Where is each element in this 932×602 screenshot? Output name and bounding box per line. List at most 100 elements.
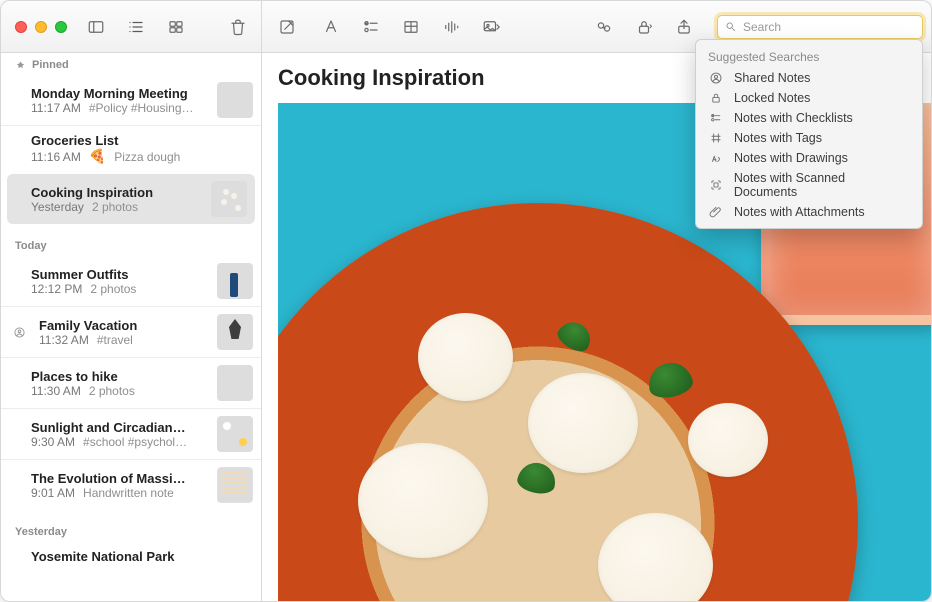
link-button[interactable] [593, 16, 615, 38]
person-circle-icon [708, 71, 724, 85]
search-input[interactable] [743, 20, 916, 34]
note-title: Summer Outfits [31, 267, 209, 282]
note-time: 12:12 PM [31, 282, 82, 296]
close-window-button[interactable] [15, 21, 27, 33]
note-meta: 2 photos [92, 200, 138, 214]
tag-icon [708, 131, 724, 145]
suggested-search-tags[interactable]: Notes with Tags [696, 128, 922, 148]
table-button[interactable] [400, 16, 422, 38]
note-thumbnail [217, 365, 253, 401]
minimize-window-button[interactable] [35, 21, 47, 33]
suggested-search-label: Notes with Attachments [734, 205, 865, 219]
section-label: Pinned [32, 59, 69, 71]
suggested-search-label: Notes with Drawings [734, 151, 848, 165]
note-thumbnail [217, 467, 253, 503]
note-item[interactable]: Summer Outfits 12:12 PM 2 photos [1, 256, 261, 306]
note-title: Family Vacation [39, 318, 209, 333]
note-thumbnail [217, 416, 253, 452]
section-label: Today [15, 240, 47, 252]
toggle-sidebar-button[interactable] [85, 16, 107, 38]
search-container [717, 15, 923, 39]
list-view-button[interactable] [125, 16, 147, 38]
note-item-selected[interactable]: Cooking Inspiration Yesterday 2 photos [7, 174, 255, 224]
search-field[interactable] [717, 15, 923, 39]
toolbar: Suggested Searches Shared Notes Locked N… [1, 1, 931, 53]
note-thumbnail [217, 314, 253, 350]
note-title: Sunlight and Circadian… [31, 420, 209, 435]
note-title: Cooking Inspiration [31, 185, 203, 200]
lock-button[interactable] [633, 16, 655, 38]
suggested-search-locked-notes[interactable]: Locked Notes [696, 88, 922, 108]
lock-icon [708, 91, 724, 105]
note-item[interactable]: Sunlight and Circadian… 9:30 AM #school … [1, 408, 261, 459]
note-thumbnail [217, 263, 253, 299]
share-button[interactable] [673, 16, 695, 38]
note-title: Groceries List [31, 133, 253, 148]
note-meta: Handwritten note [83, 486, 174, 500]
note-time: 11:32 AM [39, 333, 89, 347]
new-note-button[interactable] [276, 16, 298, 38]
note-meta: #school #psychol… [83, 435, 187, 449]
note-meta: 2 photos [89, 384, 135, 398]
note-time: 11:30 AM [31, 384, 81, 398]
search-icon [724, 20, 737, 33]
gallery-view-button[interactable] [165, 16, 187, 38]
section-yesterday: Yesterday [1, 520, 261, 542]
note-title: The Evolution of Massi… [31, 471, 209, 486]
media-button[interactable] [480, 16, 502, 38]
scan-icon [708, 178, 724, 192]
suggested-search-label: Notes with Checklists [734, 111, 853, 125]
pin-icon [15, 60, 26, 71]
note-time: 9:01 AM [31, 486, 75, 500]
note-item[interactable]: Monday Morning Meeting 11:17 AM #Policy … [1, 75, 261, 125]
section-pinned: Pinned [1, 53, 261, 75]
toolbar-right: Suggested Searches Shared Notes Locked N… [262, 1, 931, 52]
suggested-search-checklists[interactable]: Notes with Checklists [696, 108, 922, 128]
note-title: Yosemite National Park [31, 549, 253, 564]
note-meta: 2 photos [90, 282, 136, 296]
section-label: Yesterday [15, 526, 67, 538]
checklist-button[interactable] [360, 16, 382, 38]
format-button[interactable] [320, 16, 342, 38]
note-meta: #Policy #Housing… [89, 101, 194, 115]
note-title: Places to hike [31, 369, 209, 384]
share-group [593, 16, 695, 38]
suggested-searches-title: Suggested Searches [696, 46, 922, 68]
pencil-tip-icon [708, 151, 724, 165]
note-time: Yesterday [31, 200, 84, 214]
app-window: Suggested Searches Shared Notes Locked N… [0, 0, 932, 602]
shared-indicator-icon [11, 326, 27, 339]
audio-button[interactable] [440, 16, 462, 38]
note-item[interactable]: Family Vacation 11:32 AM #travel [1, 306, 261, 357]
note-meta: Pizza dough [114, 150, 180, 164]
suggested-search-shared-notes[interactable]: Shared Notes [696, 68, 922, 88]
paperclip-icon [708, 205, 724, 219]
note-item[interactable]: Yosemite National Park [1, 542, 261, 571]
note-time: 9:30 AM [31, 435, 75, 449]
note-item[interactable]: Places to hike 11:30 AM 2 photos [1, 357, 261, 408]
checklist-icon [708, 111, 724, 125]
note-thumbnail [211, 181, 247, 217]
notes-list-sidebar: Pinned Monday Morning Meeting 11:17 AM #… [1, 53, 262, 602]
suggested-search-label: Notes with Tags [734, 131, 822, 145]
note-title: Monday Morning Meeting [31, 86, 209, 101]
sidebar-view-controls [85, 16, 187, 38]
window-controls [15, 21, 67, 33]
suggested-searches-dropdown: Suggested Searches Shared Notes Locked N… [695, 39, 923, 229]
suggested-search-label: Notes with Scanned Documents [734, 171, 910, 199]
note-item[interactable]: The Evolution of Massi… 9:01 AM Handwrit… [1, 459, 261, 510]
format-group [320, 16, 502, 38]
note-time: 11:17 AM [31, 101, 81, 115]
suggested-search-drawings[interactable]: Notes with Drawings [696, 148, 922, 168]
note-item[interactable]: Groceries List 11:16 AM 🍕 Pizza dough [1, 125, 261, 172]
delete-note-button[interactable] [227, 16, 249, 38]
toolbar-left [1, 1, 262, 52]
section-today: Today [1, 234, 261, 256]
suggested-search-scanned[interactable]: Notes with Scanned Documents [696, 168, 922, 202]
suggested-search-attachments[interactable]: Notes with Attachments [696, 202, 922, 222]
suggested-search-label: Shared Notes [734, 71, 810, 85]
suggested-search-label: Locked Notes [734, 91, 810, 105]
note-meta: #travel [97, 333, 133, 347]
note-thumbnail [217, 82, 253, 118]
zoom-window-button[interactable] [55, 21, 67, 33]
